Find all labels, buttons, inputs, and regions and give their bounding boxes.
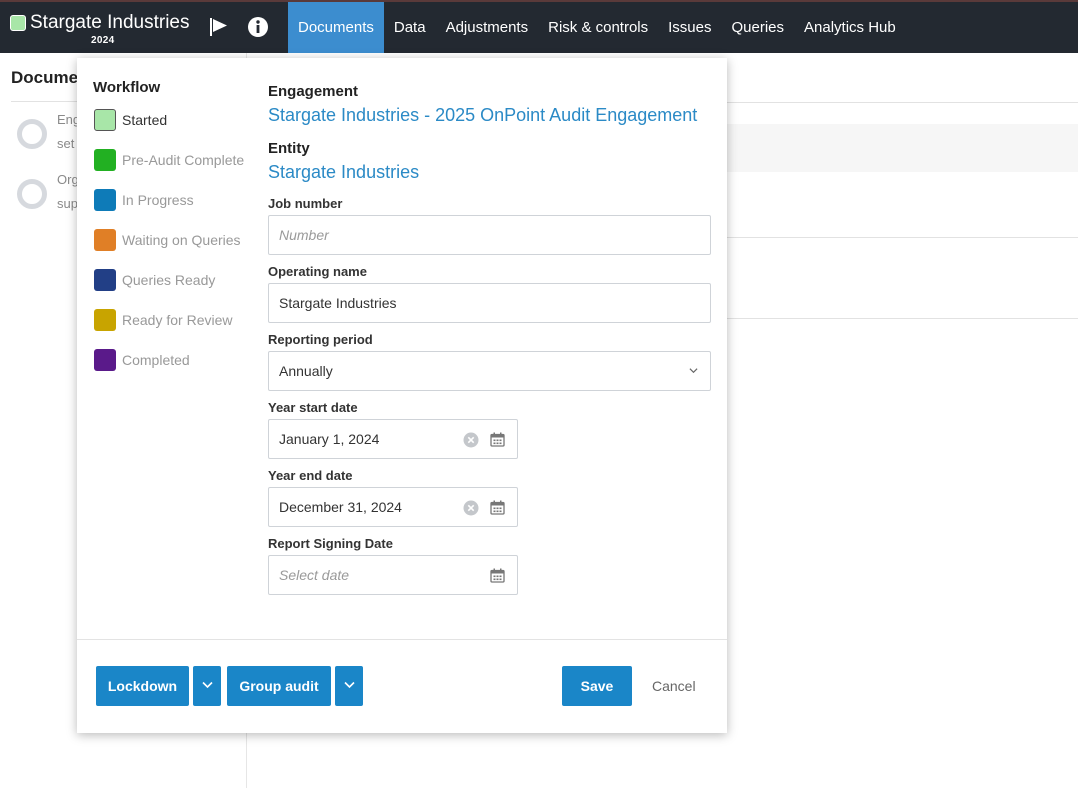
top-nav-bar: Stargate Industries 2024 Documents Data Ad…: [0, 0, 1078, 53]
status-swatch: [10, 15, 26, 31]
brand-name: Stargate Industries: [30, 12, 190, 33]
entity-link[interactable]: Stargate Industries: [268, 162, 419, 183]
year-end-date-picker[interactable]: December 31, 2024: [268, 487, 518, 527]
status-color-swatch: [94, 149, 116, 171]
tab-adjustments[interactable]: Adjustments: [436, 2, 539, 53]
engagement-settings-modal: Workflow Started Pre-Audit Complete In Pro…: [77, 58, 727, 733]
year-end-label: Year end date: [268, 468, 353, 483]
job-number-input[interactable]: Number: [268, 215, 711, 255]
tab-risk-controls[interactable]: Risk & controls: [538, 2, 658, 53]
signing-date-picker[interactable]: Select date: [268, 555, 518, 595]
workflow-status-label: Waiting on Queries: [122, 232, 241, 248]
status-color-swatch: [94, 109, 116, 131]
workflow-status-label: Started: [122, 112, 168, 128]
year-start-date-picker[interactable]: January 1, 2024: [268, 419, 518, 459]
lockdown-dropdown-button[interactable]: [193, 666, 221, 706]
workflow-title: Workflow: [93, 79, 161, 96]
workflow-status-label: Completed: [122, 352, 190, 368]
flag-icon[interactable]: [208, 16, 230, 38]
engagement-label: Engagement: [268, 83, 359, 100]
reporting-period-select[interactable]: Annually: [268, 351, 711, 391]
table-row: [727, 124, 1078, 172]
tab-issues[interactable]: Issues: [658, 2, 721, 53]
engagement-link[interactable]: Stargate Industries - 2025 OnPoint Audit…: [268, 105, 697, 126]
calendar-icon[interactable]: [490, 568, 505, 583]
operating-name-input[interactable]: Stargate Industries: [268, 283, 711, 323]
info-icon[interactable]: [247, 16, 269, 38]
tab-data[interactable]: Data: [384, 2, 436, 53]
status-color-swatch: [94, 269, 116, 291]
chevron-down-icon: [689, 368, 698, 374]
operating-name-label: Operating name: [268, 264, 367, 279]
year-start-label: Year start date: [268, 400, 358, 415]
main-tabs: Documents Data Adjustments Risk & controls I…: [288, 2, 906, 53]
cancel-button[interactable]: Cancel: [652, 666, 696, 706]
signing-date-label: Report Signing Date: [268, 536, 393, 551]
save-button[interactable]: Save: [562, 666, 632, 706]
status-color-swatch: [94, 229, 116, 251]
status-ring-icon: [17, 179, 47, 209]
divider: [727, 237, 1078, 238]
clear-icon[interactable]: [463, 432, 479, 448]
clear-icon[interactable]: [463, 500, 479, 516]
workflow-status-label: Queries Ready: [122, 272, 216, 288]
status-color-swatch: [94, 189, 116, 211]
reporting-period-label: Reporting period: [268, 332, 373, 347]
calendar-icon[interactable]: [490, 432, 505, 447]
job-number-label: Job number: [268, 196, 343, 211]
brand-year: 2024: [91, 35, 115, 46]
chevron-down-icon: [344, 681, 355, 689]
divider: [727, 102, 1078, 103]
status-ring-icon: [17, 119, 47, 149]
workflow-status-label: Ready for Review: [122, 312, 233, 328]
tab-documents[interactable]: Documents: [288, 2, 384, 53]
workflow-status-label: In Progress: [122, 192, 194, 208]
calendar-icon[interactable]: [490, 500, 505, 515]
chevron-down-icon: [202, 681, 213, 689]
status-color-swatch: [94, 309, 116, 331]
status-color-swatch: [94, 349, 116, 371]
entity-label: Entity: [268, 140, 310, 157]
group-audit-button[interactable]: Group audit: [227, 666, 331, 706]
footer-divider: [77, 639, 727, 640]
group-audit-dropdown-button[interactable]: [335, 666, 363, 706]
lockdown-button[interactable]: Lockdown: [96, 666, 189, 706]
divider: [727, 318, 1078, 319]
page-title: Docume: [11, 68, 79, 87]
tab-analytics-hub[interactable]: Analytics Hub: [794, 2, 906, 53]
tab-queries[interactable]: Queries: [722, 2, 795, 53]
list-item-text: Org sup: [57, 172, 79, 211]
workflow-status-label: Pre-Audit Complete: [122, 152, 245, 168]
